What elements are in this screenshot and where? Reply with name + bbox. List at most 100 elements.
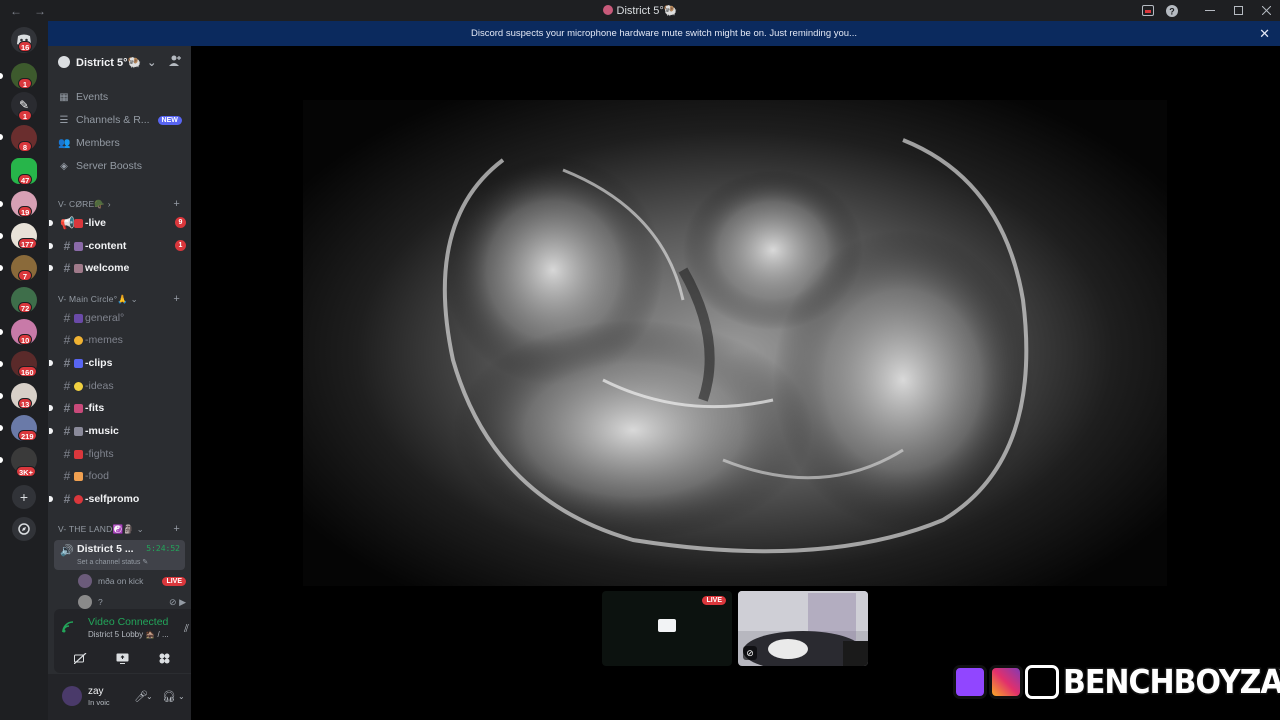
channel-memes[interactable]: # -memes [60, 331, 188, 349]
mention-badge: 1 [175, 240, 186, 251]
hash-icon: # [63, 261, 71, 275]
channel-emoji-icon [74, 218, 83, 228]
noise-suppression-icon[interactable]: ⫽ [184, 623, 189, 636]
channels-roles-item[interactable]: ☰ Channels & R... NEW [58, 114, 182, 126]
server-badge: 219 [18, 430, 37, 441]
chevron-down-icon[interactable]: ⌄ [178, 692, 185, 701]
new-badge: NEW [157, 115, 182, 125]
add-server-icon[interactable]: + [12, 485, 36, 509]
hash-icon: # [63, 424, 71, 438]
avatar[interactable] [62, 686, 82, 706]
voice-channel-district5[interactable]: 🔊 District 5 ... 5:24:52 Set a channel s… [54, 540, 185, 570]
title-bar: ← → District 5°🐏 ? [0, 0, 1280, 21]
channel-ideas[interactable]: # -ideas [60, 377, 188, 395]
channel-music[interactable]: # -music [49, 422, 188, 440]
avatar [78, 595, 92, 609]
channel-food[interactable]: # -food [60, 467, 188, 485]
instagram-logo-icon [989, 665, 1023, 699]
close-icon[interactable]: ✕ [1259, 26, 1270, 42]
discover-icon[interactable] [12, 517, 36, 541]
back-arrow-icon[interactable]: ← [10, 4, 22, 18]
unread-pill [49, 220, 53, 226]
calendar-icon: ▦ [59, 91, 69, 103]
social-branding-overlay: BENCHBOYZAY [953, 661, 1280, 703]
server-badge: 1 [18, 78, 32, 89]
minimize-icon[interactable] [1196, 0, 1224, 21]
channel-fights[interactable]: # -fights [60, 445, 188, 463]
home-badge: 16 [18, 41, 33, 52]
user-panel: zay In voic 🎤︎ ⌄ 🎧︎ ⌄ [48, 674, 191, 720]
notice-text: Discord suspects your microphone hardwar… [471, 28, 857, 39]
announcement-icon: 📢 [60, 216, 75, 230]
voice-user[interactable]: ? ⊘ ▶ [78, 595, 186, 609]
channel-general[interactable]: # general° [60, 309, 188, 327]
category-the-land[interactable]: V- THE LAND☯️🗿 ⌄ + [58, 523, 188, 535]
voice-user[interactable]: mða on kick LIVE [78, 574, 186, 588]
channel-welcome[interactable]: # welcome [49, 259, 188, 277]
boost-icon: ◈ [60, 160, 68, 172]
share-screen-button[interactable] [104, 647, 140, 669]
server-badge: 1 [18, 110, 32, 121]
server-header[interactable]: District 5°🐏 ⌄ [48, 46, 191, 78]
channel-emoji-icon [74, 471, 83, 481]
camera-tile[interactable]: ⊘ [738, 591, 868, 666]
inbox-icon[interactable] [1136, 0, 1160, 21]
username[interactable]: zay [88, 686, 104, 697]
server-badge: 72 [18, 302, 33, 313]
channel-emoji-icon [74, 449, 83, 459]
channel-emoji-icon [74, 335, 83, 345]
chevron-down-icon[interactable]: ⌄ [146, 692, 153, 701]
server-boosts-item[interactable]: ◈ Server Boosts [58, 160, 142, 172]
headphones-icon[interactable]: 🎧︎ [162, 690, 176, 703]
main-video-stream[interactable] [303, 100, 1167, 586]
help-icon[interactable]: ? [1160, 0, 1184, 21]
stream-frame-image [442, 138, 1033, 554]
unread-pill [49, 243, 53, 249]
add-channel-icon[interactable]: + [173, 523, 180, 535]
server-badge: 7 [18, 270, 32, 281]
maximize-icon[interactable] [1224, 0, 1252, 21]
unread-pill [0, 425, 3, 431]
category-main-circle[interactable]: V- Main Circle°🙏 ⌄ + [58, 293, 188, 305]
unread-pill [49, 496, 53, 502]
unread-pill [0, 265, 3, 271]
channel-live[interactable]: 📢 -live 9 [49, 214, 188, 232]
add-channel-icon[interactable]: + [173, 293, 180, 305]
category-core[interactable]: V- CØRE🪖 › + [58, 198, 188, 210]
video-icon: ⊘ ▶ [169, 596, 186, 607]
voice-status-channel[interactable]: District 5 Lobby 🏚️ / ... [88, 630, 169, 639]
channel-emoji-icon [74, 403, 83, 413]
stream-tile[interactable]: LIVE [602, 591, 732, 666]
tiktok-logo-icon [1025, 665, 1059, 699]
server-badge: 160 [18, 366, 37, 377]
channel-content[interactable]: # -content 1 [49, 237, 188, 255]
unread-pill [49, 428, 53, 434]
members-item[interactable]: 👥 Members [58, 137, 120, 149]
close-window-icon[interactable] [1252, 0, 1280, 21]
activities-button[interactable] [146, 647, 182, 669]
forward-arrow-icon[interactable]: → [34, 4, 46, 18]
channel-emoji-icon [74, 494, 83, 504]
unread-pill [49, 360, 53, 366]
server-badge: 19 [18, 206, 33, 217]
unread-pill [0, 393, 3, 399]
channel-clips[interactable]: # -clips [49, 354, 188, 372]
add-channel-icon[interactable]: + [173, 198, 180, 210]
channels-icon: ☰ [59, 114, 69, 126]
unread-pill [0, 134, 3, 140]
channel-emoji-icon [74, 358, 83, 368]
channel-fits[interactable]: # -fits [49, 399, 188, 417]
channel-selfpromo[interactable]: # -selfpromo [49, 490, 188, 508]
camera-off-button[interactable] [62, 647, 98, 669]
unread-pill [0, 73, 3, 79]
invite-icon[interactable] [169, 55, 181, 69]
voice-status-title[interactable]: Video Connected [88, 616, 168, 628]
live-badge: LIVE [162, 576, 186, 586]
unread-pill [49, 405, 53, 411]
events-item[interactable]: ▦ Events [58, 91, 108, 103]
channel-status[interactable]: Set a channel status ✎ [77, 558, 148, 566]
speaker-icon: 🔊 [60, 545, 74, 557]
server-badge: 177 [18, 238, 37, 249]
window-title: District 5°🐏 [0, 4, 1280, 17]
hash-icon: # [63, 311, 71, 325]
